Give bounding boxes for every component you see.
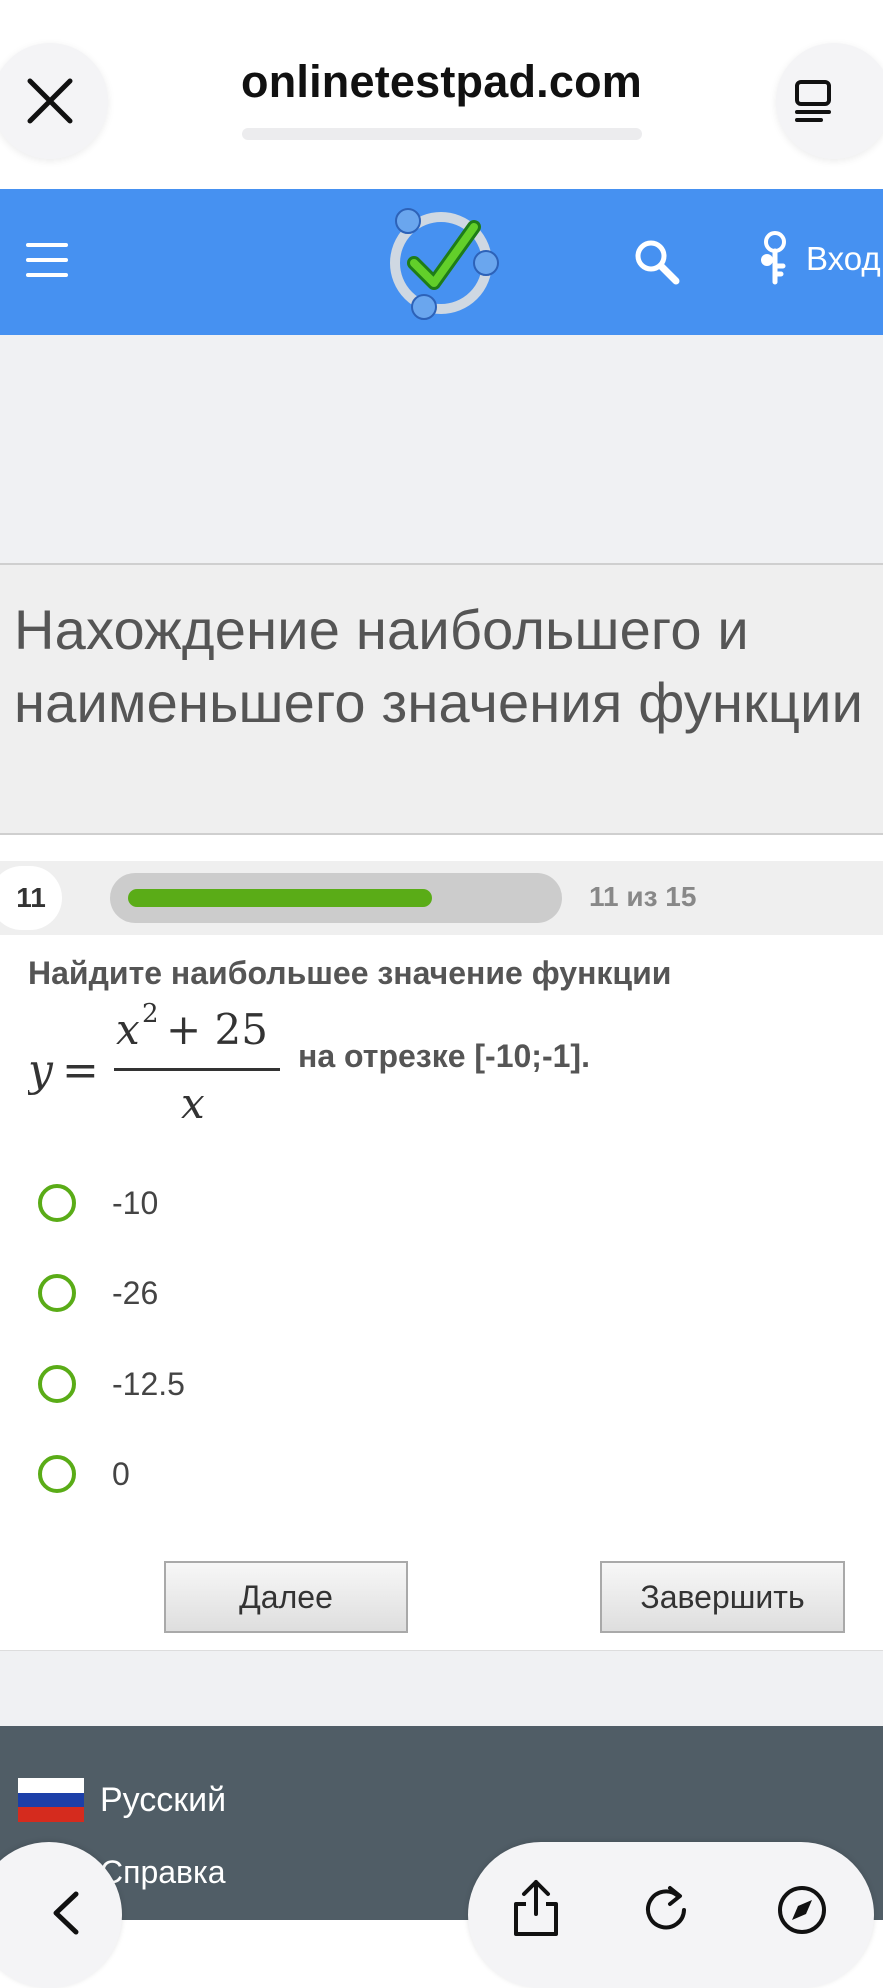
test-title: Нахождение наибольшего и наименьшего зна… — [14, 598, 864, 734]
site-header: Вход — [0, 189, 883, 335]
formula-image: y = x 2 + 25 x — [28, 1000, 280, 1128]
svg-text:x: x — [181, 1079, 205, 1128]
login-link[interactable]: Вход — [758, 229, 881, 289]
next-button[interactable]: Далее — [164, 1561, 408, 1633]
language-label: Русский — [100, 1780, 227, 1819]
question-formula: y = x 2 + 25 x на отрезке [-10;-1]. — [28, 1000, 883, 1130]
question-number-badge: 11 — [0, 866, 62, 930]
answer-option[interactable]: 0 — [38, 1444, 538, 1504]
finish-button[interactable]: Завершить — [600, 1561, 845, 1633]
back-icon — [53, 1891, 79, 1935]
progress-row: 11 11 из 15 — [0, 861, 883, 935]
answer-label: -10 — [112, 1184, 159, 1221]
radio-button[interactable] — [38, 1184, 76, 1222]
progress-bar — [110, 873, 562, 923]
test-title-panel: Нахождение наибольшего и наименьшего зна… — [0, 563, 883, 835]
share-icon[interactable] — [508, 1878, 564, 1938]
page-background — [0, 1650, 883, 1727]
answer-label: 0 — [112, 1455, 130, 1492]
answer-option[interactable]: -12.5 — [38, 1354, 538, 1414]
progress-count: 11 из 15 — [589, 881, 697, 912]
menu-icon[interactable] — [26, 243, 68, 277]
reload-icon[interactable] — [638, 1882, 694, 1938]
search-icon[interactable] — [632, 237, 682, 287]
login-label: Вход — [806, 240, 881, 277]
ad-placeholder — [0, 335, 883, 563]
svg-text:2: 2 — [142, 1000, 159, 1029]
logo-icon[interactable] — [378, 203, 504, 323]
tabs-icon — [795, 80, 831, 122]
svg-text:x: x — [116, 1005, 140, 1054]
interval-text: на отрезке [-10;-1]. — [298, 1038, 590, 1074]
answer-option[interactable]: -10 — [38, 1173, 538, 1233]
radio-button[interactable] — [38, 1365, 76, 1403]
question-text: Найдите наибольшее значение функции — [28, 955, 672, 991]
browser-toolbar — [468, 1842, 874, 1988]
answer-label: -12.5 — [112, 1365, 185, 1402]
browser-top-bar: onlinetestpad.com — [0, 0, 883, 189]
page-load-indicator — [242, 128, 642, 140]
spacer — [0, 835, 883, 861]
radio-button[interactable] — [38, 1455, 76, 1493]
svg-text:y: y — [28, 1045, 54, 1096]
compass-icon[interactable] — [774, 1882, 830, 1938]
language-selector[interactable]: Русский — [18, 1778, 227, 1823]
svg-text:+ 25: + 25 — [166, 1005, 268, 1054]
key-icon — [761, 231, 786, 285]
radio-button[interactable] — [38, 1274, 76, 1312]
progress-bar-fill — [128, 889, 432, 907]
answer-label: -26 — [112, 1274, 159, 1311]
flag-icon — [18, 1778, 84, 1823]
address-bar-url[interactable]: onlinetestpad.com — [0, 56, 883, 108]
help-link[interactable]: Справка — [100, 1854, 226, 1891]
svg-text:=: = — [62, 1045, 99, 1096]
answer-option[interactable]: -26 — [38, 1263, 538, 1323]
tabs-button[interactable] — [776, 43, 883, 159]
